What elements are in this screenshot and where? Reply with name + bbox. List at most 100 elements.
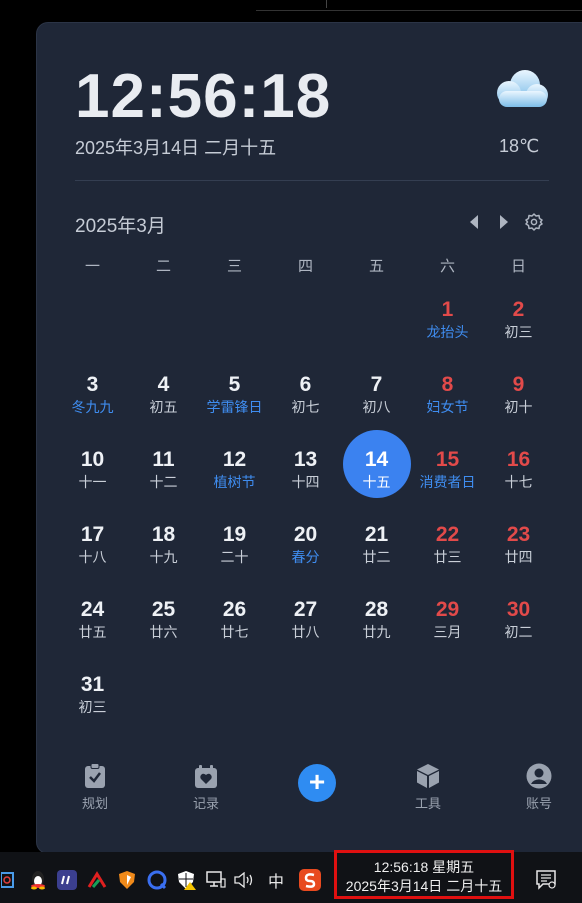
day-number: 27	[293, 598, 318, 621]
day-cell[interactable]: 15 消费者日	[412, 438, 483, 513]
next-month-button[interactable]	[495, 213, 513, 231]
festival-label: 植树节	[213, 474, 256, 490]
day-number: 14	[364, 448, 389, 471]
prev-month-button[interactable]	[465, 213, 483, 231]
day-number: 20	[293, 523, 318, 546]
day-cell[interactable]: 26 廿七	[199, 588, 270, 663]
day-cell[interactable]: 8 妇女节	[412, 363, 483, 438]
festival-label: 冬九九	[71, 399, 114, 415]
day-number: 3	[86, 373, 99, 396]
day-cell-today[interactable]: 14 十五	[341, 438, 412, 513]
day-cell[interactable]: 30 初二	[483, 588, 554, 663]
day-cell[interactable]: 25 廿六	[128, 588, 199, 663]
weekday-label: 四	[297, 258, 313, 275]
day-cell[interactable]: 2 初三	[483, 288, 554, 363]
account-button[interactable]: 账号	[501, 761, 577, 812]
lunar-date: 廿七	[220, 624, 249, 640]
taskbar-clock-time: 12:56:18 星期五	[373, 859, 475, 875]
day-cell[interactable]: 6 初七	[270, 363, 341, 438]
day-cell[interactable]: 24 廿五	[57, 588, 128, 663]
day-number: 10	[80, 448, 105, 471]
tools-button[interactable]: 工具	[390, 761, 466, 812]
lunar-date: 十四	[291, 474, 320, 490]
lunar-date: 十二	[149, 474, 178, 490]
sogou-input-icon[interactable]	[298, 868, 322, 892]
lunar-date: 初七	[291, 399, 320, 415]
day-cell[interactable]: 27 廿八	[270, 588, 341, 663]
network-icon[interactable]	[205, 868, 227, 892]
day-cell[interactable]: 9 初十	[483, 363, 554, 438]
record-button[interactable]: 记录	[168, 761, 244, 812]
day-number: 8	[441, 373, 454, 396]
festival-label: 龙抬头	[426, 324, 469, 340]
temperature: 18℃	[499, 136, 540, 156]
lunar-date: 十七	[504, 474, 533, 490]
day-cell[interactable]: 3 冬九九	[57, 363, 128, 438]
day-number: 30	[506, 598, 531, 621]
notification-center-icon[interactable]	[534, 868, 558, 892]
lunar-date: 廿三	[433, 549, 462, 565]
day-cell[interactable]: 11 十二	[128, 438, 199, 513]
day-cell[interactable]: 13 十四	[270, 438, 341, 513]
app-tray-icon[interactable]	[56, 868, 78, 892]
qq-icon[interactable]	[27, 868, 49, 892]
security-shield-icon[interactable]	[116, 868, 138, 892]
day-number: 6	[299, 373, 312, 396]
settings-button[interactable]	[525, 213, 543, 231]
day-number: 5	[228, 373, 241, 396]
lunar-date: 初十	[504, 399, 533, 415]
windows-security-icon[interactable]	[176, 868, 198, 892]
day-cell[interactable]: 7 初八	[341, 363, 412, 438]
day-cell[interactable]: 29 三月	[412, 588, 483, 663]
day-cell[interactable]: 10 十一	[57, 438, 128, 513]
day-cell[interactable]: 1 龙抬头	[412, 288, 483, 363]
search-icon[interactable]	[0, 868, 16, 892]
day-cell[interactable]: 28 廿九	[341, 588, 412, 663]
day-cell[interactable]: 31 初三	[57, 663, 128, 738]
day-number: 2	[512, 298, 525, 321]
tools-label: 工具	[414, 796, 441, 811]
lunar-date: 初三	[78, 699, 107, 715]
day-number: 26	[222, 598, 247, 621]
plus-icon: +	[298, 764, 336, 802]
festival-label: 春分	[291, 549, 320, 565]
clock-time: 12:56:18	[75, 62, 332, 131]
lunar-date: 廿五	[78, 624, 107, 640]
day-cell[interactable]: 16 十七	[483, 438, 554, 513]
clock-date: 2025年3月14日 二月十五	[75, 138, 277, 158]
divider	[75, 180, 549, 181]
add-button[interactable]: +	[279, 761, 355, 802]
bottom-toolbar: 规划 记录 + 工具 账号	[57, 761, 577, 821]
browser-icon[interactable]	[146, 868, 168, 892]
festival-label: 学雷锋日	[206, 399, 263, 415]
day-number: 15	[435, 448, 460, 471]
lunar-date: 初五	[149, 399, 178, 415]
day-cell[interactable]: 19 二十	[199, 513, 270, 588]
calendar-panel: 12:56:18 2025年3月14日 二月十五 18℃ 2025年3月 一 二…	[36, 22, 582, 854]
day-cell-empty	[270, 288, 341, 363]
lunar-date: 廿八	[291, 624, 320, 640]
day-cell[interactable]: 18 十九	[128, 513, 199, 588]
volume-icon[interactable]	[233, 868, 257, 892]
day-cell[interactable]: 20 春分	[270, 513, 341, 588]
cube-icon	[417, 764, 439, 788]
day-number: 17	[80, 523, 105, 546]
day-cell[interactable]: 22 廿三	[412, 513, 483, 588]
ime-indicator[interactable]: 中	[264, 868, 288, 892]
taskbar-clock[interactable]: 12:56:18 星期五 2025年3月14日 二月十五	[334, 850, 514, 899]
day-cell[interactable]: 4 初五	[128, 363, 199, 438]
day-cell[interactable]: 23 廿四	[483, 513, 554, 588]
festival-label: 消费者日	[419, 474, 476, 490]
clipboard-check-icon	[85, 763, 105, 788]
day-cell[interactable]: 12 植树节	[199, 438, 270, 513]
record-label: 记录	[192, 796, 219, 811]
day-cell-empty	[341, 288, 412, 363]
day-cell[interactable]: 5 学雷锋日	[199, 363, 270, 438]
plan-button[interactable]: 规划	[57, 761, 133, 812]
day-cell[interactable]: 21 廿二	[341, 513, 412, 588]
weekday-label: 六	[439, 258, 455, 275]
day-cell[interactable]: 17 十八	[57, 513, 128, 588]
day-number: 18	[151, 523, 176, 546]
wps-icon[interactable]	[86, 868, 108, 892]
day-number: 21	[364, 523, 389, 546]
